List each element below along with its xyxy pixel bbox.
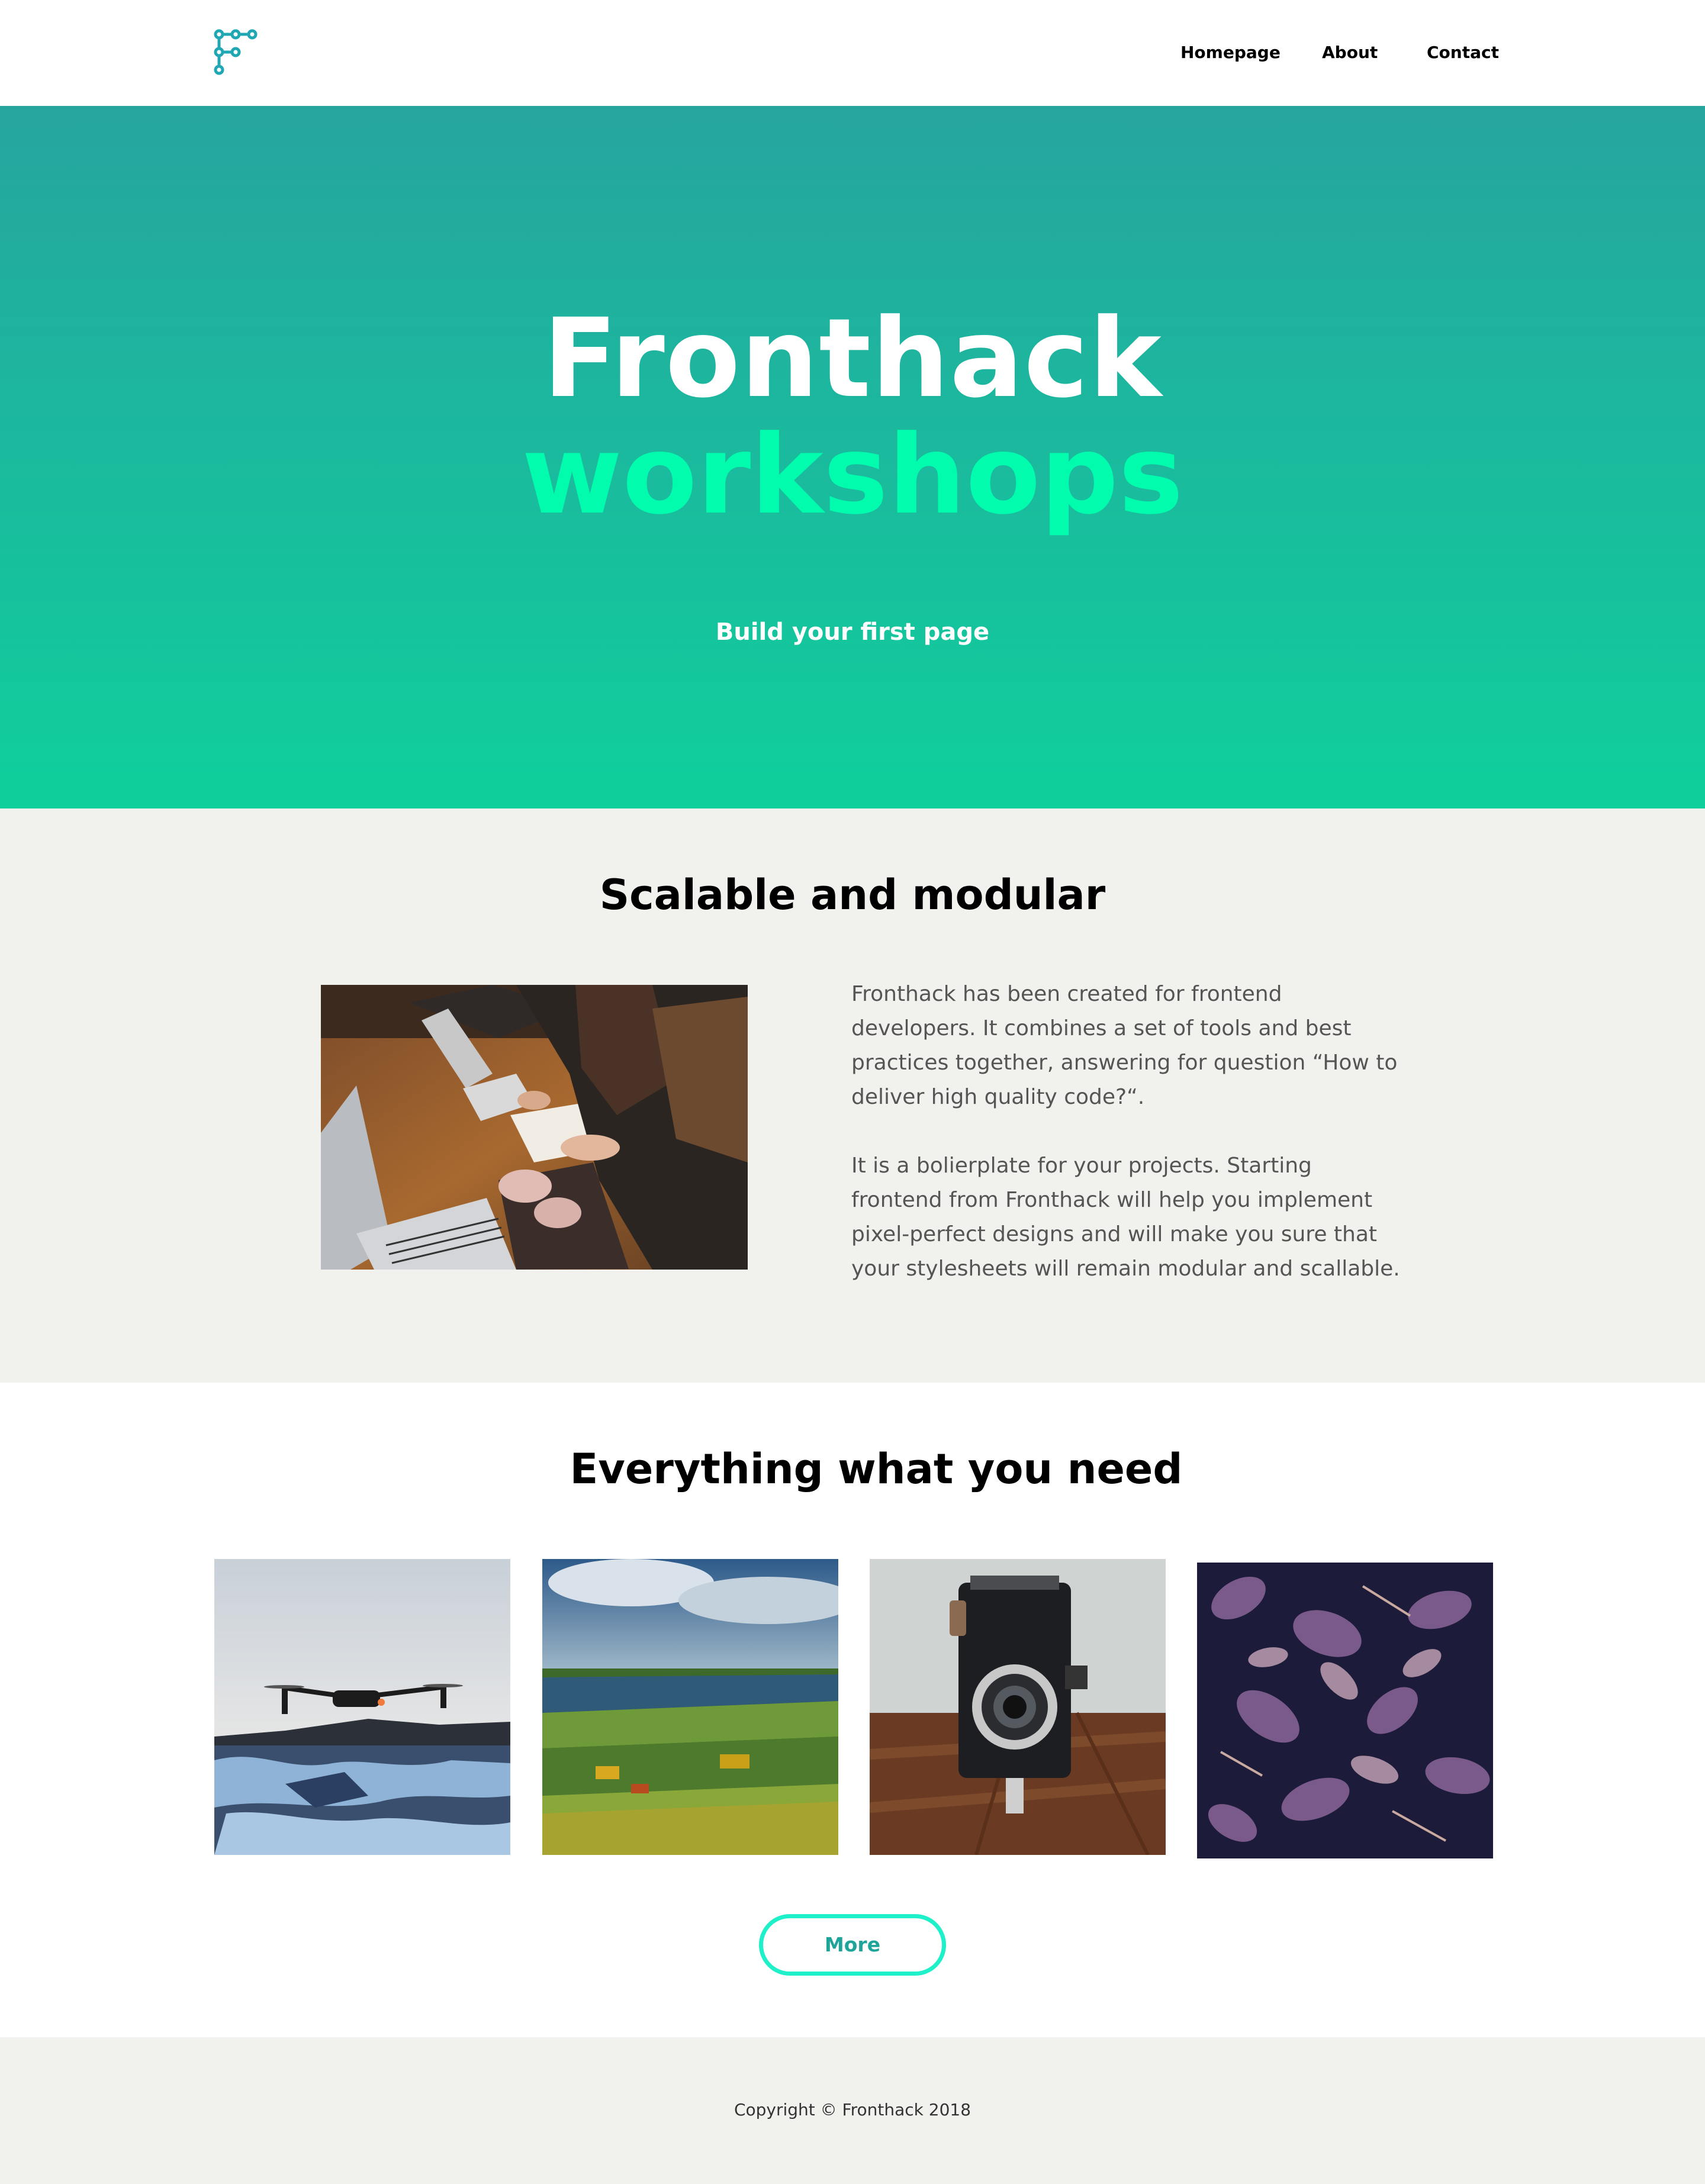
vintage-camera-photo[interactable] <box>870 1559 1166 1855</box>
modular-section-title: Scalable and modular <box>599 871 1106 919</box>
nav-homepage-link[interactable]: Homepage <box>1180 43 1281 66</box>
nav-about-link[interactable]: About <box>1322 43 1378 66</box>
modular-section: Scalable and modular Fronthack has been … <box>0 808 1705 1383</box>
green-fields-landscape-photo[interactable] <box>542 1559 838 1855</box>
modular-section-text: Fronthack has been created for frontend … <box>851 977 1408 1286</box>
nav-contact-link[interactable]: Contact <box>1427 43 1499 66</box>
more-button[interactable]: More <box>759 1914 946 1976</box>
hero-title-line2: workshops <box>522 412 1183 539</box>
hero-subtitle: Build your first page <box>715 619 990 646</box>
modular-paragraph-1: Fronthack has been created for frontend … <box>851 982 1398 1109</box>
hero-title-line1: Fronthack <box>543 295 1162 422</box>
people-working-on-laptops-photo <box>321 985 748 1270</box>
everything-section: Everything what you need More <box>0 1383 1705 2037</box>
hero-section: Fronthack workshops Build your first pag… <box>0 106 1705 808</box>
site-footer: Copyright © Fronthack 2018 <box>0 2037 1705 2184</box>
copyright-text: Copyright © Fronthack 2018 <box>734 2100 971 2119</box>
fronthack-logo-icon[interactable] <box>213 28 258 77</box>
everything-section-title: Everything what you need <box>570 1445 1183 1493</box>
modular-paragraph-2: It is a bolierplate for your projects. S… <box>851 1154 1400 1281</box>
purple-plants-photo[interactable] <box>1197 1563 1493 1858</box>
site-header: Homepage About Contact <box>0 0 1705 106</box>
drone-over-glacier-photo[interactable] <box>214 1559 510 1855</box>
